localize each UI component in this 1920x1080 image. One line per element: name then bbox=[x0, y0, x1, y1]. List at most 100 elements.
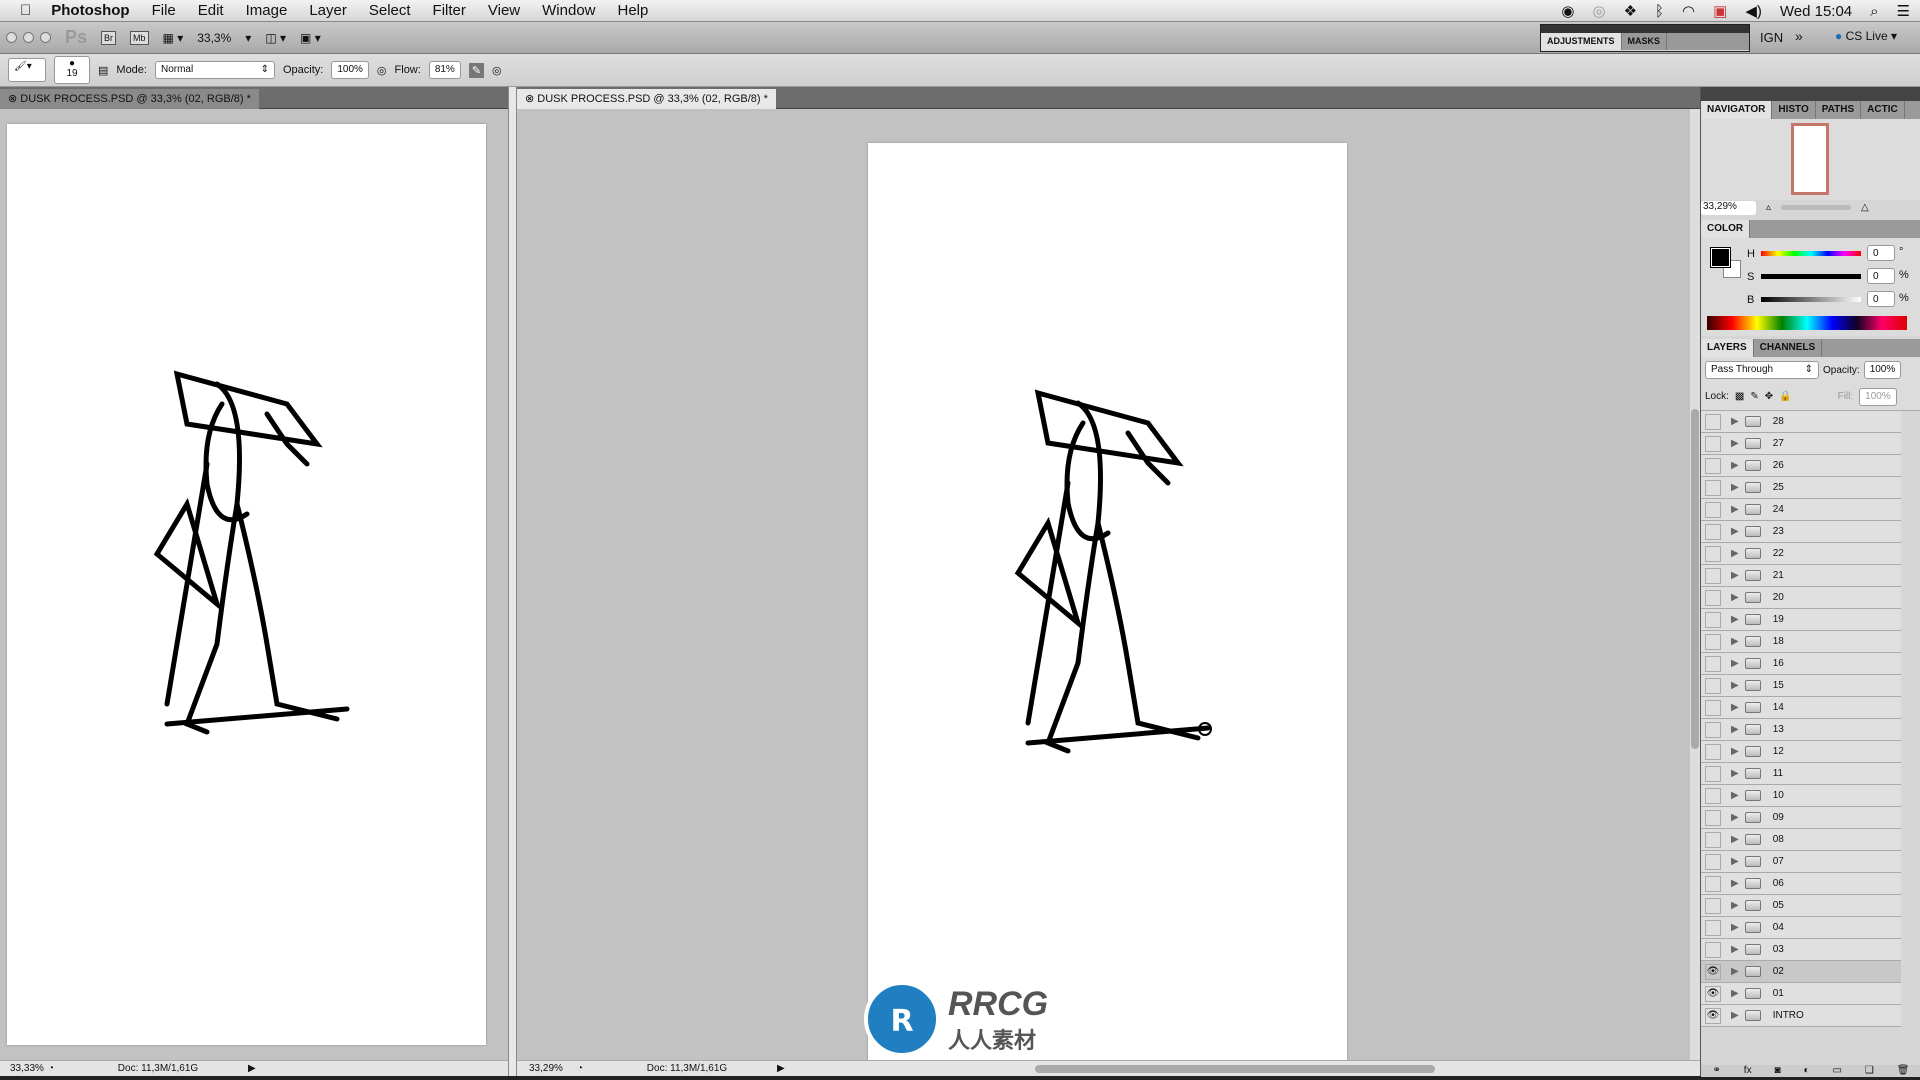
layer-row[interactable]: ▶ 09 bbox=[1701, 807, 1901, 829]
creative-cloud-icon[interactable]: ◎ bbox=[1592, 2, 1605, 20]
visibility-toggle[interactable] bbox=[1705, 677, 1721, 694]
expand-arrow-icon[interactable]: ▶ bbox=[1731, 438, 1739, 449]
hue-slider[interactable] bbox=[1761, 251, 1861, 256]
visibility-toggle[interactable] bbox=[1705, 413, 1721, 430]
menu-window[interactable]: Window bbox=[542, 2, 595, 19]
expand-arrow-icon[interactable]: ▶ bbox=[1731, 570, 1739, 581]
visibility-toggle[interactable] bbox=[1705, 589, 1721, 606]
visibility-toggle[interactable] bbox=[1705, 567, 1721, 584]
expand-arrow-icon[interactable]: ▶ bbox=[1731, 834, 1739, 845]
layer-row[interactable]: ▶ 08 bbox=[1701, 829, 1901, 851]
menu-app[interactable]: Photoshop bbox=[51, 2, 129, 19]
tab-paths[interactable]: PATHS bbox=[1816, 101, 1862, 119]
delete-layer-icon[interactable]: 🗑 bbox=[1897, 1065, 1910, 1077]
opacity-input[interactable]: 100% bbox=[331, 61, 369, 79]
layer-row[interactable]: ▶ 18 bbox=[1701, 631, 1901, 653]
saturation-slider[interactable] bbox=[1761, 274, 1861, 279]
tab-color[interactable]: COLOR bbox=[1701, 220, 1751, 238]
view-extras-button[interactable]: ▦ ▾ bbox=[163, 31, 184, 45]
expand-arrow-icon[interactable]: ▶ bbox=[1731, 416, 1739, 427]
visibility-toggle[interactable] bbox=[1705, 875, 1721, 892]
canvas-right[interactable] bbox=[868, 143, 1347, 1060]
brightness-slider[interactable] bbox=[1761, 297, 1861, 302]
window-divider[interactable] bbox=[508, 87, 517, 1076]
brush-panel-toggle-icon[interactable]: ▤ bbox=[98, 64, 108, 77]
tab-actions[interactable]: ACTIC bbox=[1861, 101, 1905, 119]
arrange-documents-button[interactable]: ◫ ▾ bbox=[265, 31, 286, 45]
document-window-right[interactable]: R RRCG 人人素材 bbox=[517, 109, 1690, 1060]
bridge-button[interactable]: Br bbox=[101, 30, 117, 45]
flow-input[interactable]: 81% bbox=[428, 61, 461, 79]
navigator-zoom-slider[interactable] bbox=[1781, 205, 1852, 210]
menu-help[interactable]: Help bbox=[618, 2, 649, 19]
clock[interactable]: Wed 15:04 bbox=[1780, 3, 1852, 20]
lock-pixels-icon[interactable]: ✎ bbox=[1750, 391, 1758, 402]
layer-row[interactable]: ▶ 06 bbox=[1701, 873, 1901, 895]
expand-arrow-icon[interactable]: ▶ bbox=[1731, 680, 1739, 691]
zoom-in-icon[interactable]: △ bbox=[1861, 202, 1869, 213]
layer-row[interactable]: ▶ 10 bbox=[1701, 785, 1901, 807]
dropbox-icon[interactable]: ❖ bbox=[1624, 2, 1637, 20]
visibility-toggle[interactable] bbox=[1705, 831, 1721, 848]
wifi-icon[interactable]: ◠ bbox=[1682, 2, 1695, 20]
expand-arrow-icon[interactable]: ▶ bbox=[1731, 526, 1739, 537]
status-menu-arrow[interactable]: ▶ bbox=[777, 1063, 785, 1074]
saturation-input[interactable]: 0 bbox=[1867, 268, 1895, 284]
brush-size-picker[interactable]: ● 19 bbox=[54, 56, 90, 84]
expand-arrow-icon[interactable]: ▶ bbox=[1731, 900, 1739, 911]
visibility-toggle[interactable] bbox=[1705, 479, 1721, 496]
expand-arrow-icon[interactable]: ▶ bbox=[1731, 460, 1739, 471]
hue-input[interactable]: 0 bbox=[1867, 245, 1895, 261]
layer-row[interactable]: ▶ 05 bbox=[1701, 895, 1901, 917]
eye-icon[interactable]: 👁 bbox=[1705, 963, 1721, 980]
eye-icon[interactable]: 👁 bbox=[1705, 1007, 1721, 1024]
expand-arrow-icon[interactable]: ▶ bbox=[1731, 790, 1739, 801]
eye-icon[interactable]: 👁 bbox=[1705, 985, 1721, 1002]
layer-opacity-input[interactable]: 100% bbox=[1863, 361, 1902, 379]
layer-row[interactable]: 👁 ▶ 01 bbox=[1701, 983, 1901, 1005]
layer-row[interactable]: ▶ 23 bbox=[1701, 521, 1901, 543]
layer-row[interactable]: ▶ 27 bbox=[1701, 433, 1901, 455]
menu-edit[interactable]: Edit bbox=[198, 2, 224, 19]
workspace-switcher[interactable]: IGN bbox=[1760, 30, 1783, 45]
visibility-toggle[interactable] bbox=[1705, 721, 1721, 738]
lock-position-icon[interactable]: ✥ bbox=[1765, 391, 1773, 402]
visibility-toggle[interactable] bbox=[1705, 787, 1721, 804]
expand-arrow-icon[interactable]: ▶ bbox=[1731, 988, 1739, 999]
expand-arrow-icon[interactable]: ▶ bbox=[1731, 1010, 1739, 1021]
foreground-color-swatch[interactable] bbox=[1710, 247, 1731, 268]
document-window-left[interactable] bbox=[0, 109, 508, 1060]
zoom-window-button[interactable] bbox=[40, 32, 51, 43]
spotlight-icon[interactable]: ⌕ bbox=[1870, 3, 1878, 20]
horizontal-scrollbar[interactable] bbox=[1034, 1064, 1435, 1073]
layer-row[interactable]: 👁 ▶ INTRO bbox=[1701, 1005, 1901, 1027]
canvas-left[interactable] bbox=[7, 124, 486, 1045]
close-window-button[interactable] bbox=[6, 32, 17, 43]
visibility-toggle[interactable] bbox=[1705, 435, 1721, 452]
visibility-toggle[interactable] bbox=[1705, 809, 1721, 826]
expand-arrow-icon[interactable]: ▶ bbox=[1731, 812, 1739, 823]
expand-arrow-icon[interactable]: ▶ bbox=[1731, 856, 1739, 867]
screen-mode-button[interactable]: ▣ ▾ bbox=[300, 31, 321, 45]
minimize-window-button[interactable] bbox=[23, 32, 34, 43]
navigator-zoom-input[interactable]: 33,29% bbox=[1701, 200, 1756, 215]
keyboard-flag-icon[interactable]: ▣ bbox=[1713, 2, 1727, 20]
link-layers-icon[interactable]: ⚭ bbox=[1712, 1065, 1720, 1077]
visibility-toggle[interactable] bbox=[1705, 655, 1721, 672]
menu-select[interactable]: Select bbox=[369, 2, 411, 19]
menu-file[interactable]: File bbox=[152, 2, 176, 19]
layer-row[interactable]: ▶ 13 bbox=[1701, 719, 1901, 741]
visibility-toggle[interactable] bbox=[1705, 457, 1721, 474]
mode-select[interactable]: Normal ⇕ bbox=[154, 61, 275, 79]
blend-mode-select[interactable]: Pass Through ⇕ bbox=[1705, 361, 1819, 379]
pressure-size-icon[interactable]: ◎ bbox=[492, 64, 502, 77]
expand-arrow-icon[interactable]: ▶ bbox=[1731, 966, 1739, 977]
visibility-toggle[interactable] bbox=[1705, 633, 1721, 650]
visibility-toggle[interactable] bbox=[1705, 897, 1721, 914]
new-layer-icon[interactable]: ❏ bbox=[1865, 1065, 1874, 1077]
tab-masks[interactable]: MASKS bbox=[1622, 33, 1668, 50]
visibility-toggle[interactable] bbox=[1705, 699, 1721, 716]
apple-icon[interactable]:  bbox=[20, 2, 31, 19]
brush-tool-preset[interactable]: 🖌▾ bbox=[8, 58, 46, 82]
visibility-toggle[interactable] bbox=[1705, 743, 1721, 760]
